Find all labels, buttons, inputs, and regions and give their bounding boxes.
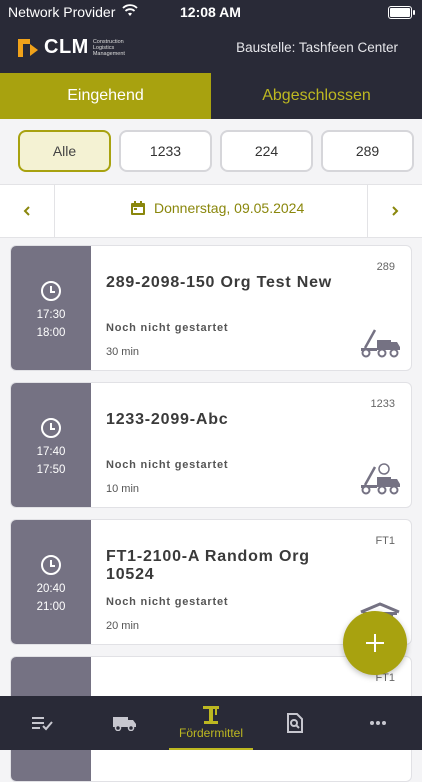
document-search-icon bbox=[287, 713, 303, 733]
chevron-right-icon bbox=[392, 206, 399, 216]
nav-label: Fördermittel bbox=[178, 726, 243, 740]
nav-documents[interactable] bbox=[274, 696, 316, 750]
list-check-icon bbox=[32, 717, 53, 731]
card-title: FT1-2100-A Random Org 10524 bbox=[106, 548, 310, 583]
card-code: FT1 bbox=[375, 535, 395, 547]
end-time: 17:50 bbox=[36, 464, 66, 476]
more-icon bbox=[370, 721, 386, 725]
bottom-navigation: Fördermittel bbox=[0, 696, 422, 750]
nav-foerdermittel[interactable]: Fördermittel bbox=[169, 696, 253, 750]
tab-bar: Eingehend Abgeschlossen bbox=[0, 73, 422, 119]
filter-chip-all[interactable]: Alle bbox=[18, 130, 111, 172]
tab-completed[interactable]: Abgeschlossen bbox=[211, 73, 422, 119]
time-column: 17:30 18:00 bbox=[11, 246, 91, 370]
delivery-card[interactable]: 17:40 17:50 1233-2099-Abc 1233 Noch nich… bbox=[10, 382, 412, 508]
next-day-button[interactable] bbox=[367, 185, 422, 237]
delivery-card[interactable]: 17:30 18:00 289-2098-150 Org Test New 28… bbox=[10, 245, 412, 371]
end-time: 21:00 bbox=[36, 601, 66, 613]
plus-icon bbox=[366, 634, 384, 652]
clock-icon bbox=[41, 281, 61, 301]
clock-icon bbox=[41, 418, 61, 438]
card-code: 289 bbox=[376, 261, 395, 273]
card-duration: 20 min bbox=[106, 620, 140, 632]
start-time: 17:40 bbox=[36, 446, 66, 458]
card-status: Noch nicht gestartet bbox=[106, 596, 229, 608]
card-code: 1233 bbox=[370, 398, 395, 410]
date-selector: Donnerstag, 09.05.2024 bbox=[0, 184, 422, 238]
battery-icon bbox=[388, 6, 415, 19]
add-button[interactable] bbox=[343, 611, 407, 675]
nav-deliveries[interactable] bbox=[104, 696, 146, 750]
site-label[interactable]: Baustelle: Tashfeen Center bbox=[236, 40, 398, 55]
logo-subtitle: Construction Logistics Management bbox=[92, 38, 125, 57]
time-column: 17:40 17:50 bbox=[11, 383, 91, 507]
wifi-icon bbox=[122, 4, 138, 21]
start-time: 20:40 bbox=[36, 583, 66, 595]
date-display[interactable]: Donnerstag, 09.05.2024 bbox=[130, 200, 304, 216]
chevron-left-icon bbox=[23, 206, 30, 216]
card-duration: 10 min bbox=[106, 483, 140, 495]
tow-truck-icon bbox=[361, 463, 400, 495]
status-bar: Network Provider 12:08 AM bbox=[0, 0, 422, 24]
date-label: Donnerstag, 09.05.2024 bbox=[154, 200, 305, 216]
clm-logo-mark-icon bbox=[18, 38, 38, 57]
tow-truck-icon bbox=[361, 329, 400, 358]
crane-icon bbox=[203, 706, 219, 724]
nav-more[interactable] bbox=[357, 696, 399, 750]
filter-chip-1233[interactable]: 1233 bbox=[119, 130, 212, 172]
nav-list[interactable] bbox=[22, 696, 64, 750]
tab-incoming[interactable]: Eingehend bbox=[0, 73, 211, 119]
clock-icon bbox=[41, 555, 61, 575]
time-column: 20:40 21:00 bbox=[11, 520, 91, 644]
carrier-label: Network Provider bbox=[8, 4, 116, 20]
card-title: 289-2098-150 Org Test New bbox=[106, 274, 333, 291]
truck-icon bbox=[113, 717, 136, 731]
app-logo: CLM Construction Logistics Management bbox=[18, 36, 141, 59]
calendar-icon bbox=[131, 201, 145, 215]
previous-day-button[interactable] bbox=[0, 185, 55, 237]
card-title: 1233-2099-Abc bbox=[106, 411, 229, 428]
card-duration: 30 min bbox=[106, 346, 140, 358]
app-header: Network Provider 12:08 AM CLM Constructi… bbox=[0, 0, 422, 73]
filter-chips: Alle 1233 224 289 bbox=[18, 130, 414, 172]
start-time: 17:30 bbox=[36, 309, 66, 321]
card-status: Noch nicht gestartet bbox=[106, 322, 229, 334]
filter-chip-224[interactable]: 224 bbox=[220, 130, 313, 172]
logo-text: CLM bbox=[44, 36, 89, 58]
end-time: 18:00 bbox=[36, 327, 66, 339]
card-status: Noch nicht gestartet bbox=[106, 459, 229, 471]
clock-time: 12:08 AM bbox=[180, 4, 241, 20]
filter-chip-289[interactable]: 289 bbox=[321, 130, 414, 172]
